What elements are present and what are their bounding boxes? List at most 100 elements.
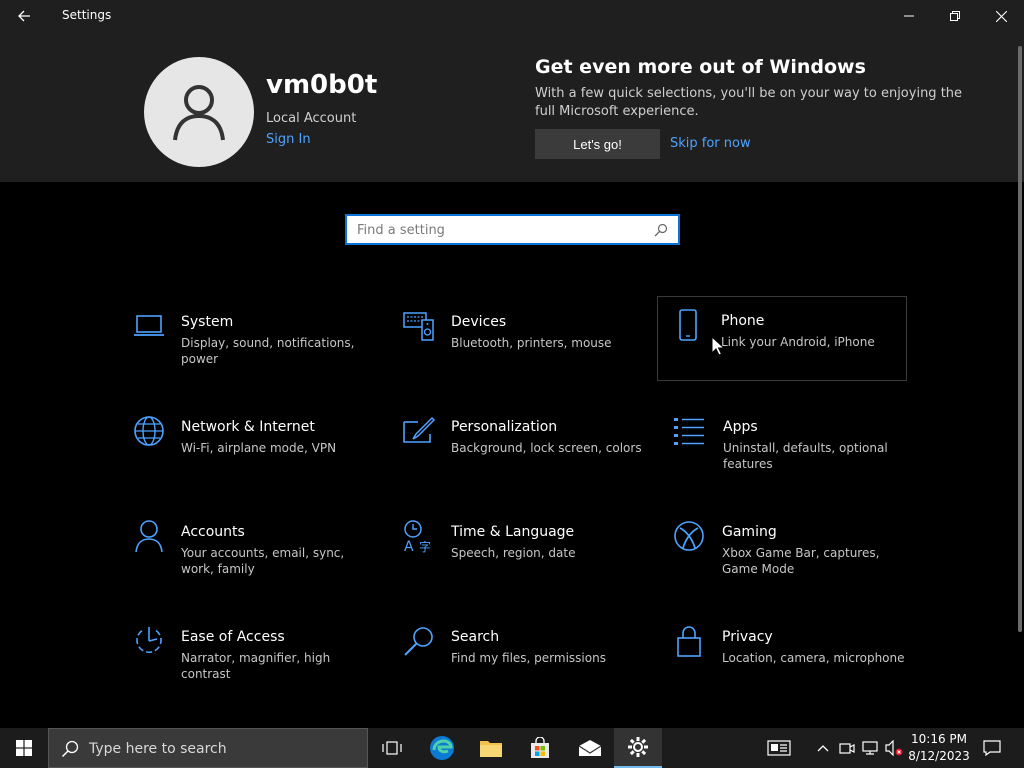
- taskbar: Type here to search 10:16 PM 8/12/2023: [0, 728, 1024, 768]
- tile-personalization[interactable]: Personalization Background, lock screen,…: [400, 402, 650, 486]
- tile-title: Accounts: [181, 524, 245, 540]
- start-button[interactable]: [0, 728, 48, 768]
- edge-icon: [430, 736, 454, 760]
- tile-title: Network & Internet: [181, 419, 315, 435]
- mouse-cursor-icon: [711, 336, 725, 356]
- store-button[interactable]: [516, 728, 564, 768]
- meet-now-button[interactable]: [838, 728, 856, 768]
- lets-go-button[interactable]: Let's go!: [535, 129, 660, 159]
- username: vm0b0t: [266, 70, 378, 100]
- tile-search[interactable]: Search Find my files, permissions: [400, 612, 650, 696]
- phone-icon: [670, 307, 706, 343]
- tile-apps[interactable]: Apps Uninstall, defaults, optional featu…: [670, 402, 920, 486]
- sign-in-link[interactable]: Sign In: [266, 132, 311, 147]
- news-icon: [767, 740, 791, 756]
- taskbar-clock[interactable]: 10:16 PM 8/12/2023: [905, 731, 973, 765]
- globe-icon: [131, 413, 167, 449]
- xbox-icon: [671, 518, 707, 554]
- tile-description: Display, sound, notifications, power: [181, 336, 355, 366]
- tile-network-internet[interactable]: Network & Internet Wi-Fi, airplane mode,…: [130, 402, 380, 486]
- search-input[interactable]: [355, 220, 645, 240]
- chevron-up-icon: [817, 745, 829, 752]
- restore-button[interactable]: [932, 0, 978, 32]
- tile-title: Gaming: [722, 524, 777, 540]
- user-silhouette-icon: [173, 85, 225, 141]
- tile-title: System: [181, 314, 234, 330]
- tile-description: Xbox Game Bar, captures, Game Mode: [722, 546, 880, 576]
- title-bar: Settings: [0, 0, 1024, 32]
- paint-icon: [401, 413, 437, 449]
- search-box-icon: [654, 222, 670, 238]
- avatar: [144, 57, 254, 167]
- search-box[interactable]: [345, 214, 680, 245]
- volume-tray-button[interactable]: [884, 728, 904, 768]
- tile-description: Link your Android, iPhone: [721, 335, 875, 349]
- apps-list-icon: [671, 413, 707, 449]
- clock-time: 10:16 PM: [911, 732, 967, 746]
- tile-title: Apps: [723, 419, 758, 435]
- tile-gaming[interactable]: Gaming Xbox Game Bar, captures, Game Mod…: [670, 507, 920, 591]
- svg-text:字: 字: [419, 539, 431, 553]
- tile-phone[interactable]: Phone Link your Android, iPhone: [657, 296, 907, 381]
- store-bag-icon: [531, 737, 549, 758]
- camera-icon: [839, 743, 855, 754]
- settings-taskbar-button[interactable]: [614, 728, 662, 768]
- network-tray-button[interactable]: [861, 728, 879, 768]
- notification-icon: [983, 740, 1001, 756]
- close-button[interactable]: [978, 0, 1024, 32]
- volume-muted-icon: [885, 740, 903, 756]
- tile-description: Background, lock screen, colors: [451, 441, 642, 455]
- tile-description: Narrator, magnifier, high contrast: [181, 651, 331, 681]
- tile-description: Find my files, permissions: [451, 651, 606, 665]
- promo-text: With a few quick selections, you'll be o…: [535, 86, 963, 119]
- mail-button[interactable]: [566, 728, 614, 768]
- file-explorer-button[interactable]: [467, 728, 515, 768]
- back-button[interactable]: [8, 0, 40, 32]
- restore-icon: [950, 11, 960, 21]
- tile-title: Search: [451, 629, 500, 645]
- tile-devices[interactable]: Devices Bluetooth, printers, mouse: [400, 297, 650, 381]
- tile-description: Location, camera, microphone: [722, 651, 905, 665]
- show-hidden-icons-button[interactable]: [814, 728, 832, 768]
- minimize-button[interactable]: [886, 0, 932, 32]
- person-icon: [131, 518, 167, 554]
- back-arrow-icon: [18, 10, 30, 22]
- tile-ease-of-access[interactable]: Ease of Access Narrator, magnifier, high…: [130, 612, 380, 696]
- clock-date: 8/12/2023: [908, 749, 970, 763]
- lock-icon: [671, 623, 707, 659]
- time-language-icon: A字: [401, 518, 437, 554]
- tile-description: Uninstall, defaults, optional features: [723, 441, 888, 471]
- tile-description: Your accounts, email, sync, work, family: [181, 546, 345, 576]
- taskbar-search-box[interactable]: Type here to search: [48, 728, 368, 768]
- skip-for-now-link[interactable]: Skip for now: [670, 136, 751, 151]
- tile-accounts[interactable]: Accounts Your accounts, email, sync, wor…: [130, 507, 380, 591]
- tile-description: Wi-Fi, airplane mode, VPN: [181, 441, 337, 455]
- tile-privacy[interactable]: Privacy Location, camera, microphone: [670, 612, 920, 696]
- search-icon: [401, 623, 437, 659]
- scrollbar[interactable]: [1018, 46, 1022, 632]
- folder-icon: [480, 741, 502, 757]
- svg-text:A: A: [404, 539, 414, 553]
- gear-icon: [628, 737, 648, 757]
- tile-title: Privacy: [722, 629, 773, 645]
- mail-icon: [578, 740, 602, 756]
- promo-title: Get even more out of Windows: [535, 56, 866, 78]
- taskbar-search-icon: [61, 740, 79, 758]
- window-title: Settings: [62, 8, 112, 22]
- tile-title: Devices: [451, 314, 507, 330]
- tile-title: Phone: [721, 313, 765, 329]
- tile-title: Personalization: [451, 419, 558, 435]
- tile-time-language[interactable]: A字 Time & Language Speech, region, date: [400, 507, 650, 591]
- action-center-button[interactable]: [980, 728, 1004, 768]
- tile-title: Ease of Access: [181, 629, 285, 645]
- news-widget-button[interactable]: [764, 728, 794, 768]
- ease-of-access-icon: [131, 623, 167, 659]
- devices-icon: [401, 308, 437, 344]
- edge-button[interactable]: [418, 728, 466, 768]
- tile-system[interactable]: System Display, sound, notifications, po…: [130, 297, 380, 381]
- account-header: vm0b0t Local Account Sign In Get even mo…: [0, 32, 1024, 182]
- close-icon: [995, 10, 1007, 22]
- task-view-button[interactable]: [368, 728, 416, 768]
- minimize-icon: [904, 15, 914, 17]
- tile-title: Time & Language: [451, 524, 575, 540]
